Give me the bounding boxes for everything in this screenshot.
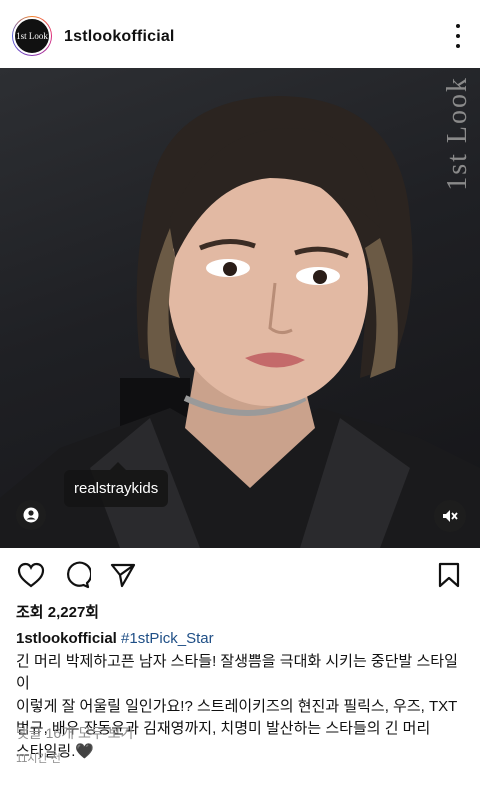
comment-icon[interactable] [62, 560, 92, 590]
heart-icon[interactable] [16, 560, 46, 590]
bookmark-icon[interactable] [434, 560, 464, 590]
send-icon[interactable] [108, 560, 138, 590]
avatar-image: 1st Look [13, 17, 51, 55]
avatar[interactable]: 1st Look [12, 16, 52, 56]
caption-line: 긴 머리 박제하고픈 남자 스타들! 잘생쁨을 극대화 시키는 중단발 스타일이 [16, 652, 458, 693]
tag-arrow [110, 462, 126, 470]
caption-line: 이렇게 잘 어울릴 일인가요!? 스트레이키즈의 현진과 필릭스, 우즈, TX… [16, 697, 458, 715]
user-icon[interactable] [16, 500, 46, 530]
avatar-text: 1st Look [16, 31, 48, 41]
view-count: 조회 2,227회 [16, 604, 100, 621]
post-username[interactable]: 1stlookofficial [64, 28, 175, 46]
user-tag-label[interactable]: realstraykids [64, 470, 169, 507]
post-timestamp: 11시간 전 [16, 753, 61, 765]
post-media[interactable]: 1st Look realstraykids [0, 68, 480, 548]
action-bar [0, 556, 480, 596]
post-header: 1st Look 1stlookofficial [0, 0, 480, 70]
more-vertical-icon[interactable] [454, 24, 462, 48]
speaker-muted-icon[interactable] [434, 500, 466, 532]
watermark: 1st Look [442, 76, 473, 191]
view-comments-link[interactable]: 댓글 16개 모두 보기 [16, 723, 133, 743]
caption-username[interactable]: 1stlookofficial [16, 630, 117, 647]
caption-hashtag[interactable]: #1stPick_Star [121, 630, 214, 647]
caption-line: 스타일링.🖤 [16, 742, 95, 760]
